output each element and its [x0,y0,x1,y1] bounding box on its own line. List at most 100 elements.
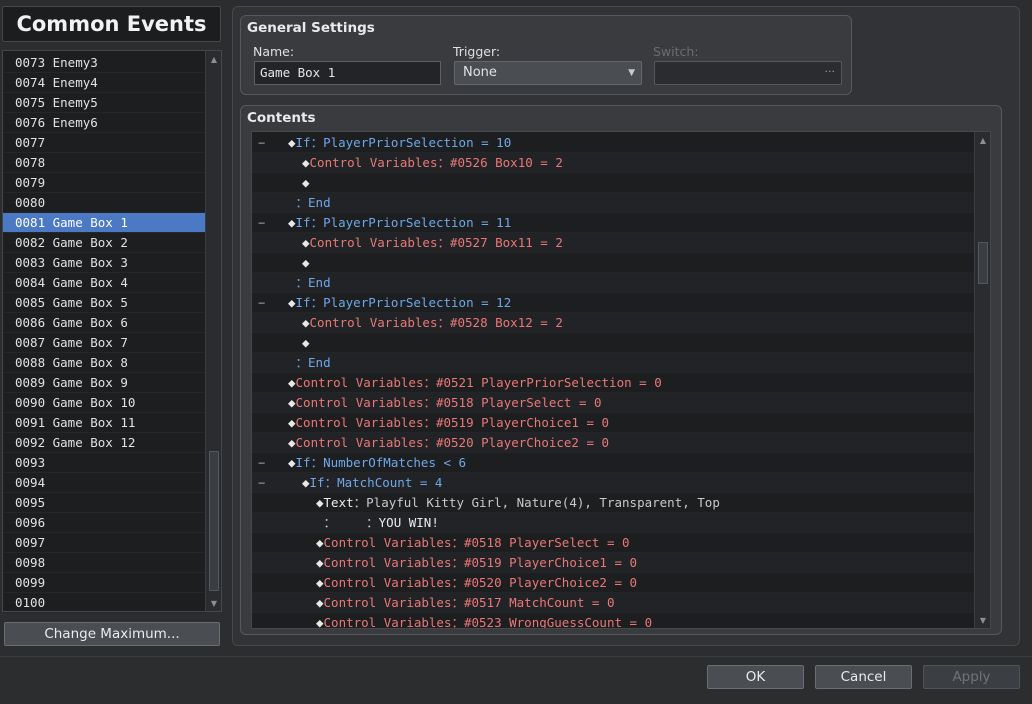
event-list-item[interactable]: 0088 Game Box 8 [3,353,206,373]
event-list-item[interactable]: 0083 Game Box 3 [3,253,206,273]
ok-button[interactable]: OK [707,665,804,689]
command-row[interactable]: ◆Control Variables：#0528 Box12 = 2 [252,313,976,333]
trigger-select[interactable]: None ▼ [454,61,642,85]
command-row[interactable]: ◆Control Variables：#0518 PlayerSelect = … [252,533,976,553]
event-list-item[interactable]: 0087 Game Box 7 [3,333,206,353]
event-list-item[interactable]: 0089 Game Box 9 [3,373,206,393]
event-list-item[interactable]: 0094 [3,473,206,493]
command-row[interactable]: ◆ [252,253,976,273]
command-row[interactable]: ：End [252,353,976,373]
command-part: Control Variables：#0528 Box12 = 2 [309,315,563,330]
arrow-up-icon[interactable]: ▲ [975,133,990,147]
collapse-icon[interactable]: − [258,133,268,153]
event-list-item[interactable]: 0080 [3,193,206,213]
diamond-icon: ◆ [288,375,296,390]
command-row[interactable]: ：End [252,193,976,213]
command-part: Text [323,495,354,510]
diamond-icon: ◆ [316,595,324,610]
switch-label: Switch: [653,44,699,59]
event-list-item[interactable]: 0099 [3,573,206,593]
dialog-button-bar: OK Cancel Apply [0,656,1032,704]
event-list-item[interactable]: 0078 [3,153,206,173]
event-list-item[interactable]: 0092 Game Box 12 [3,433,206,453]
event-list-item[interactable]: 0096 [3,513,206,533]
command-row[interactable]: ◆Control Variables：#0521 PlayerPriorSele… [252,373,976,393]
event-list-item[interactable]: 0091 Game Box 11 [3,413,206,433]
name-label: Name: [253,44,295,59]
collapse-icon[interactable]: − [258,293,268,313]
command-part: Control Variables：#0526 Box10 = 2 [309,155,563,170]
command-text: ◆Control Variables：#0520 PlayerChoice2 =… [288,433,609,453]
collapse-icon[interactable]: − [258,453,268,473]
command-part: Control Variables：#0519 PlayerChoice1 = … [323,555,638,570]
command-row[interactable]: − ◆If：PlayerPriorSelection = 11 [252,213,976,233]
common-events-list[interactable]: 0073 Enemy3 0074 Enemy4 0075 Enemy5 0076 En… [2,50,222,613]
command-row[interactable]: ◆Control Variables：#0518 PlayerSelect = … [252,393,976,413]
event-list-item[interactable]: 0084 Game Box 4 [3,273,206,293]
event-list-item[interactable]: 0074 Enemy4 [3,73,206,93]
command-row[interactable]: ◆ [252,333,976,353]
command-row[interactable]: ： ：YOU WIN! [252,513,976,533]
event-list-item[interactable]: 0093 [3,453,206,473]
command-text: ：End [288,273,331,293]
change-maximum-button[interactable]: Change Maximum... [4,622,220,646]
event-list-item[interactable]: 0097 [3,533,206,553]
diamond-icon: ◆ [316,495,324,510]
command-row[interactable]: ◆Text：Playful Kitty Girl, Nature(4), Tra… [252,493,976,513]
name-field[interactable]: Game Box 1 [254,61,441,85]
diamond-icon: ◆ [302,235,310,250]
command-row[interactable]: ◆Control Variables：#0523 WrongGuessCount… [252,613,976,628]
general-settings-title: General Settings [247,20,375,36]
command-row[interactable]: ◆Control Variables：#0520 PlayerChoice2 =… [252,573,976,593]
command-text: ◆Control Variables：#0518 PlayerSelect = … [316,533,630,553]
command-row[interactable]: − ◆If：PlayerPriorSelection = 12 [252,293,976,313]
command-row[interactable]: − ◆If：PlayerPriorSelection = 10 [252,133,976,153]
diamond-icon: ◆ [288,455,296,470]
command-row[interactable]: ◆Control Variables：#0526 Box10 = 2 [252,153,976,173]
command-part: Control Variables：#0518 PlayerSelect = 0 [323,535,630,550]
command-text: ：End [288,353,331,373]
command-row[interactable]: ◆Control Variables：#0519 PlayerChoice1 =… [252,553,976,573]
event-list-item[interactable]: 0075 Enemy5 [3,93,206,113]
diamond-icon: ◆ [302,155,310,170]
arrow-down-icon[interactable]: ▼ [206,596,222,610]
contents-scroll-thumb[interactable] [978,242,988,284]
command-row[interactable]: − ◆If：MatchCount = 4 [252,473,976,493]
contents-scrollbar[interactable]: ▲ ▼ [974,132,990,628]
command-row[interactable]: ：End [252,273,976,293]
command-row[interactable]: ◆Control Variables：#0527 Box11 = 2 [252,233,976,253]
event-list-item[interactable]: 0100 [3,593,206,613]
command-text: ：End [288,193,331,213]
event-list-item[interactable]: 0086 Game Box 6 [3,313,206,333]
event-list-item[interactable]: 0082 Game Box 2 [3,233,206,253]
events-scroll-thumb[interactable] [209,451,219,591]
command-row[interactable]: ◆Control Variables：#0520 PlayerChoice2 =… [252,433,976,453]
chevron-down-icon: ▼ [628,68,635,78]
command-row[interactable]: − ◆If：NumberOfMatches < 6 [252,453,976,473]
command-row[interactable]: ◆Control Variables：#0517 MatchCount = 0 [252,593,976,613]
arrow-up-icon[interactable]: ▲ [206,52,222,66]
event-list-item[interactable]: 0095 [3,493,206,513]
command-part: Control Variables：#0527 Box11 = 2 [309,235,563,250]
cancel-button[interactable]: Cancel [815,665,912,689]
command-part: Control Variables：#0518 PlayerSelect = 0 [295,395,602,410]
event-list-item[interactable]: 0073 Enemy3 [3,53,206,73]
command-row[interactable]: ◆Control Variables：#0519 PlayerChoice1 =… [252,413,976,433]
general-settings-group: General Settings Name: Game Box 1 Trigge… [240,15,852,95]
event-list-item[interactable]: 0085 Game Box 5 [3,293,206,313]
collapse-icon[interactable]: − [258,213,268,233]
event-list-item[interactable]: 0090 Game Box 10 [3,393,206,413]
events-scrollbar[interactable]: ▲ ▼ [205,51,221,611]
diamond-icon: ◆ [302,335,310,350]
event-list-item[interactable]: 0098 [3,553,206,573]
command-row[interactable]: ◆ [252,173,976,193]
collapse-icon[interactable]: − [258,473,268,493]
event-list-item[interactable]: 0081 Game Box 1 [3,213,206,233]
command-text: ◆ [302,173,310,193]
diamond-icon: ◆ [288,135,296,150]
arrow-down-icon[interactable]: ▼ [975,613,990,627]
event-list-item[interactable]: 0079 [3,173,206,193]
event-list-item[interactable]: 0077 [3,133,206,153]
event-list-item[interactable]: 0076 Enemy6 [3,113,206,133]
event-commands-list[interactable]: − ◆If：PlayerPriorSelection = 10 ◆Control V… [251,131,991,629]
